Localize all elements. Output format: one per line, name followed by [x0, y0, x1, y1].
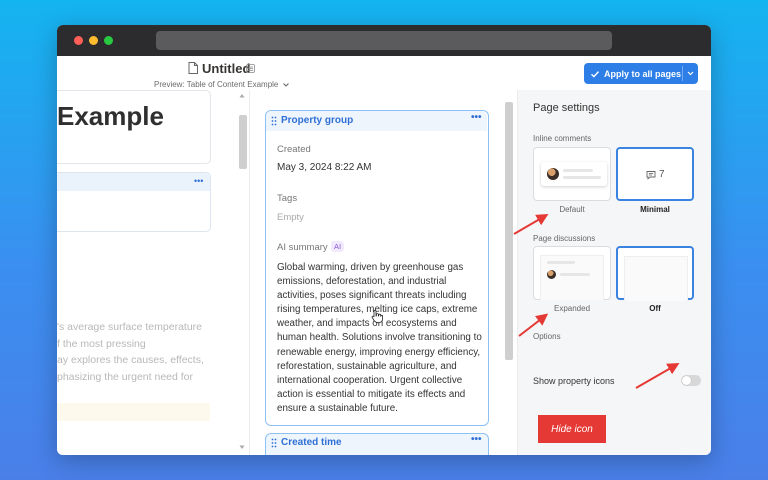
left-scrollbar[interactable] — [239, 115, 247, 169]
toggle-knob — [682, 376, 691, 385]
page-discussions-expanded-option[interactable] — [533, 246, 611, 300]
more-options-icon[interactable]: ••• — [194, 176, 203, 186]
card-header: Property group ••• — [266, 111, 487, 131]
address-bar[interactable] — [156, 31, 612, 50]
browser-window: Untitled Preview: Table of Content Examp… — [57, 25, 711, 455]
summary-line: activities, poses significant threats in… — [277, 290, 467, 302]
summary-line: renewable energy, improving energy effic… — [277, 346, 481, 358]
preview-heading: Example — [57, 101, 164, 131]
comment-icon — [646, 170, 656, 180]
default-caption: Default — [559, 205, 585, 214]
show-property-icons-label: Show property icons — [533, 376, 615, 386]
comment-line — [563, 169, 593, 172]
card-title: Property group — [281, 115, 354, 126]
created-time-card[interactable]: Created time ••• — [265, 433, 489, 455]
ai-badge: AI — [331, 241, 345, 252]
settings-title: Page settings — [533, 102, 600, 114]
property-panel: Property group ••• Created May 3, 2024 8… — [250, 90, 514, 455]
hide-icon-callout: Hide icon — [538, 415, 606, 443]
page-title[interactable]: Untitled — [202, 61, 250, 76]
more-options-icon[interactable]: ••• — [471, 434, 482, 445]
maximize-window-button[interactable] — [104, 36, 113, 45]
discussion-line — [560, 273, 590, 276]
show-property-icons-toggle[interactable] — [681, 375, 701, 386]
avatar — [547, 168, 559, 180]
highlight-block — [57, 403, 210, 421]
minimal-caption: Minimal — [640, 205, 670, 214]
inline-comments-default-option[interactable] — [533, 147, 611, 201]
summary-line: action is essential to mitigate its effe… — [277, 388, 466, 400]
summary-line: Global warming, driven by greenhouse gas — [277, 262, 464, 273]
paragraph-line: 's average surface temperature — [57, 321, 202, 333]
paragraph-line: f the most pressing — [57, 337, 146, 350]
property-block-preview[interactable]: ••• — [57, 172, 211, 232]
summary-line: emissions, deforestation, and industrial — [277, 276, 447, 288]
page-settings-panel: Page settings Inline comments Default 7 … — [517, 90, 711, 455]
document-icon — [188, 62, 198, 74]
ai-summary-label: AI summary — [277, 242, 328, 253]
tags-value[interactable]: Empty — [277, 212, 304, 223]
title-block[interactable]: Example — [57, 90, 211, 164]
comment-count: 7 — [646, 169, 665, 180]
comment-count-value: 7 — [659, 169, 665, 180]
middle-scrollbar[interactable] — [505, 102, 513, 360]
button-separator — [682, 66, 683, 81]
created-value: May 3, 2024 8:22 AM — [277, 162, 372, 173]
close-window-button[interactable] — [74, 36, 83, 45]
discussion-preview-empty — [624, 256, 688, 301]
apply-to-all-pages-button[interactable]: Apply to all pages — [584, 63, 698, 84]
summary-line: rising temperatures, melting ice caps, e… — [277, 304, 478, 316]
preview-selector[interactable]: Preview: Table of Content Example — [154, 80, 278, 89]
scroll-up-icon[interactable] — [239, 93, 245, 98]
comment-preview — [541, 162, 607, 186]
avatar — [547, 270, 556, 279]
page-discussions-label: Page discussions — [533, 234, 596, 243]
inline-comments-label: Inline comments — [533, 134, 592, 143]
check-icon — [591, 70, 600, 78]
minimize-window-button[interactable] — [89, 36, 98, 45]
expanded-caption: Expanded — [553, 304, 591, 313]
summary-line: ensure a sustainable future. — [277, 402, 398, 414]
preview-paragraph: 's average surface temperature f the mos… — [57, 319, 237, 385]
window-titlebar — [57, 25, 711, 56]
discussion-line — [547, 261, 575, 264]
summary-line: international cooperation. Urgent collec… — [277, 374, 463, 386]
menu-lines-icon[interactable] — [246, 64, 255, 73]
discussion-preview — [540, 255, 604, 300]
apply-button-label: Apply to all pages — [604, 68, 682, 79]
off-caption: Off — [649, 304, 661, 313]
card-title: Created time — [281, 437, 342, 448]
property-group-card[interactable]: Property group ••• Created May 3, 2024 8… — [265, 110, 489, 426]
summary-line: human health. Solutions involve transiti… — [277, 332, 482, 344]
drag-handle-icon[interactable] — [271, 116, 277, 126]
more-options-icon[interactable]: ••• — [471, 112, 482, 123]
chevron-down-icon[interactable] — [282, 81, 290, 89]
hand-cursor-icon — [371, 309, 383, 323]
comment-line — [563, 176, 601, 179]
summary-line: weather, and impacts on ecosystems and — [277, 318, 457, 330]
drag-handle-icon[interactable] — [271, 438, 277, 448]
apply-options-chevron-icon[interactable] — [686, 69, 695, 78]
paragraph-line: ay explores the causes, effects, — [57, 354, 204, 366]
property-block-header — [57, 173, 210, 191]
options-label: Options — [533, 332, 561, 341]
page-preview-left: Example ••• 's average surface temperatu… — [57, 90, 237, 455]
tags-label: Tags — [277, 193, 298, 204]
scroll-down-icon[interactable] — [239, 445, 245, 450]
ai-summary-text[interactable]: Global warming, driven by greenhouse gas… — [277, 261, 489, 416]
paragraph-line: phasizing the urgent need for — [57, 370, 194, 383]
summary-line: reforestation, sustainable agriculture, … — [277, 360, 457, 372]
inline-comments-minimal-option[interactable]: 7 — [616, 147, 694, 201]
created-label: Created — [277, 144, 311, 155]
page-discussions-off-option[interactable] — [616, 246, 694, 301]
